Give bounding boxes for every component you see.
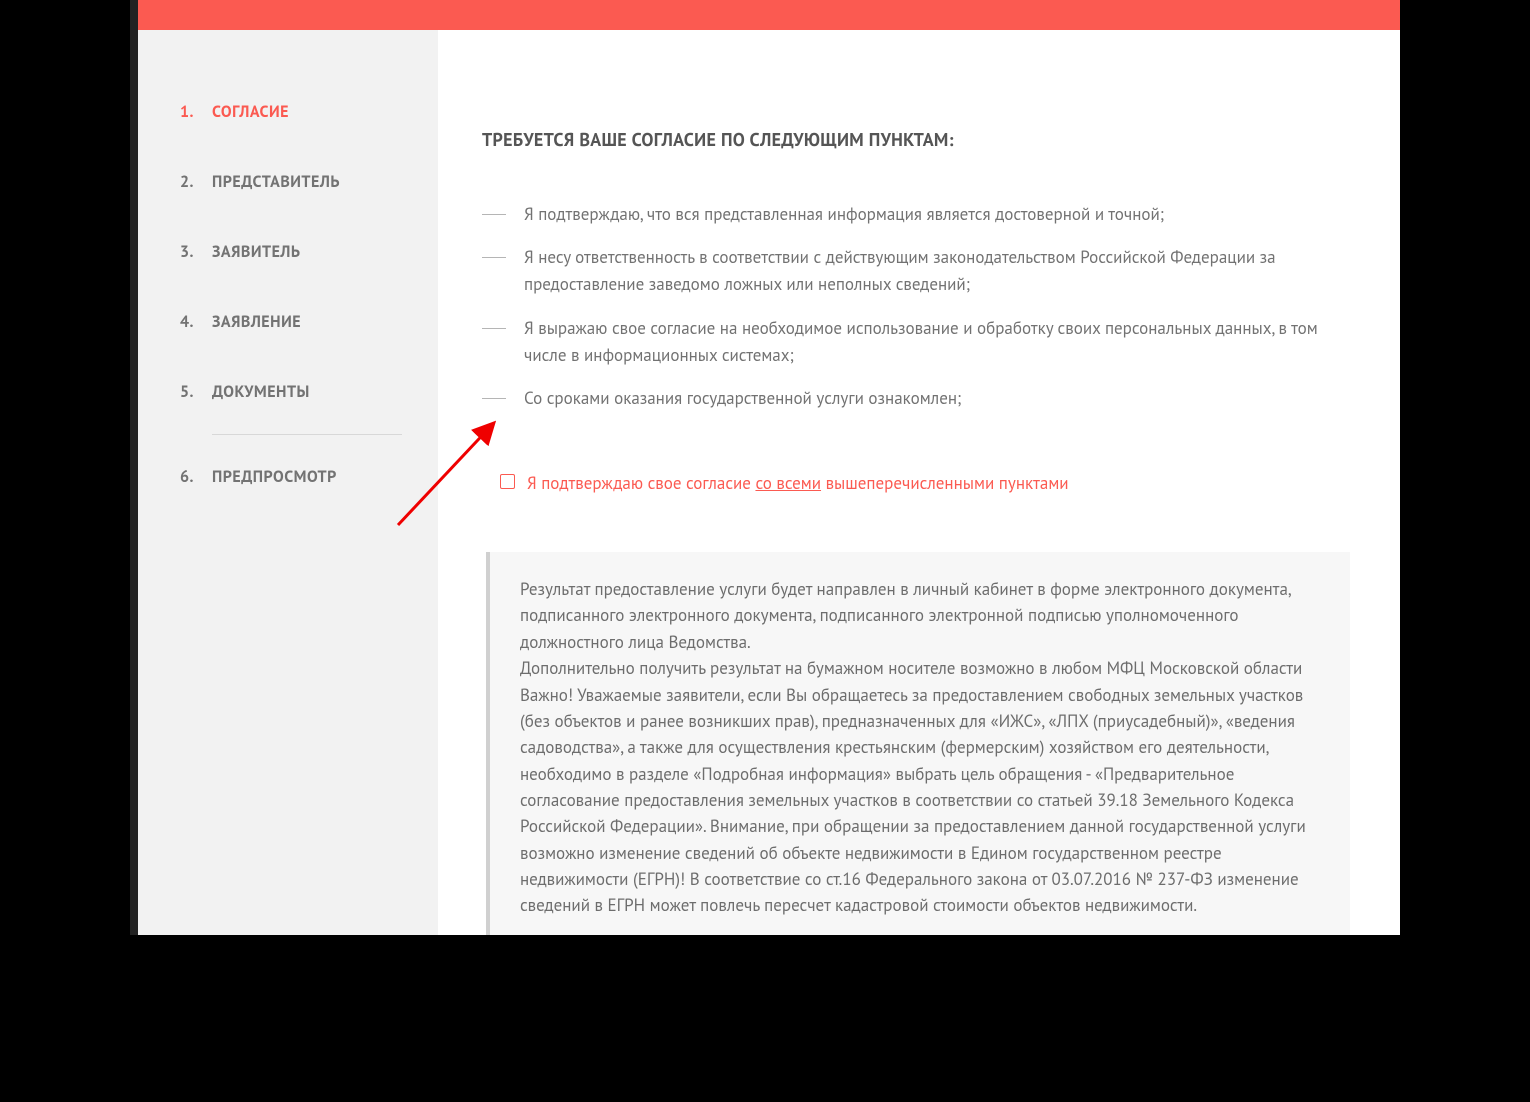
step-label: ЗАЯВИТЕЛЬ: [212, 242, 301, 262]
step-number: 6.: [178, 467, 194, 487]
dash-icon: [482, 214, 506, 215]
sidebar-separator: [212, 434, 402, 435]
bullet-item: Я выражаю свое согласие на необходимое и…: [482, 315, 1350, 369]
info-paragraph: Важно! Уважаемые заявители, если Вы обра…: [520, 682, 1320, 919]
main-content: ТРЕБУЕТСЯ ВАШЕ СОГЛАСИЕ ПО СЛЕДУЮЩИМ ПУН…: [438, 30, 1400, 935]
consent-prefix: Я подтверждаю свое согласие: [527, 472, 755, 494]
consent-suffix: вышеперечисленными пунктами: [821, 472, 1069, 494]
info-paragraph: Результат предоставление услуги будет на…: [520, 576, 1320, 655]
consent-bullets: Я подтверждаю, что вся представленная ин…: [482, 201, 1350, 412]
dash-icon: [482, 328, 506, 329]
bullet-text: Я несу ответственность в соответствии с …: [524, 244, 1350, 298]
step-label: ЗАЯВЛЕНИЕ: [212, 312, 301, 332]
bullet-item: Со сроками оказания государственной услу…: [482, 385, 1350, 412]
content-container: 1. СОГЛАСИЕ 2. ПРЕДСТАВИТЕЛЬ 3. ЗАЯВИТЕЛ…: [138, 30, 1400, 935]
info-paragraph: Дополнительно получить результат на бума…: [520, 655, 1320, 681]
consent-checkbox[interactable]: [500, 474, 515, 489]
sidebar-step-documents[interactable]: 5. ДОКУМЕНТЫ: [178, 382, 408, 402]
info-block: Результат предоставление услуги будет на…: [486, 552, 1350, 935]
step-number: 3.: [178, 242, 194, 262]
dash-icon: [482, 257, 506, 258]
sidebar-step-applicant[interactable]: 3. ЗАЯВИТЕЛЬ: [178, 242, 408, 262]
sidebar-step-preview[interactable]: 6. ПРЕДПРОСМОТР: [178, 467, 408, 487]
header-button[interactable]: [1136, 0, 1186, 5]
page-title: ТРЕБУЕТСЯ ВАШЕ СОГЛАСИЕ ПО СЛЕДУЮЩИМ ПУН…: [482, 128, 1350, 151]
step-number: 5.: [178, 382, 194, 402]
sidebar-step-representative[interactable]: 2. ПРЕДСТАВИТЕЛЬ: [178, 172, 408, 192]
consent-underline: со всеми: [755, 472, 821, 494]
bullet-text: Со сроками оказания государственной услу…: [524, 385, 961, 412]
app-window: 1. СОГЛАСИЕ 2. ПРЕДСТАВИТЕЛЬ 3. ЗАЯВИТЕЛ…: [130, 0, 1400, 935]
bullet-item: Я подтверждаю, что вся представленная ин…: [482, 201, 1350, 228]
header-bar: [138, 0, 1400, 30]
header-button[interactable]: [1310, 0, 1360, 5]
step-label: ДОКУМЕНТЫ: [212, 382, 310, 402]
sidebar-step-consent[interactable]: 1. СОГЛАСИЕ: [178, 102, 408, 122]
header-buttons-group: [1136, 0, 1360, 5]
step-number: 4.: [178, 312, 194, 332]
sidebar: 1. СОГЛАСИЕ 2. ПРЕДСТАВИТЕЛЬ 3. ЗАЯВИТЕЛ…: [138, 30, 438, 935]
header-button[interactable]: [1252, 0, 1302, 5]
step-number: 2.: [178, 172, 194, 192]
step-label: ПРЕДПРОСМОТР: [212, 467, 337, 487]
step-label: ПРЕДСТАВИТЕЛЬ: [212, 172, 340, 192]
step-number: 1.: [178, 102, 194, 122]
consent-label: Я подтверждаю свое согласие со всеми выш…: [527, 472, 1069, 494]
step-label: СОГЛАСИЕ: [212, 102, 289, 122]
dash-icon: [482, 398, 506, 399]
bullet-item: Я несу ответственность в соответствии с …: [482, 244, 1350, 298]
consent-checkbox-row[interactable]: Я подтверждаю свое согласие со всеми выш…: [500, 472, 1350, 494]
header-button[interactable]: [1194, 0, 1244, 5]
sidebar-step-application[interactable]: 4. ЗАЯВЛЕНИЕ: [178, 312, 408, 332]
bullet-text: Я подтверждаю, что вся представленная ин…: [524, 201, 1164, 228]
bullet-text: Я выражаю свое согласие на необходимое и…: [524, 315, 1350, 369]
